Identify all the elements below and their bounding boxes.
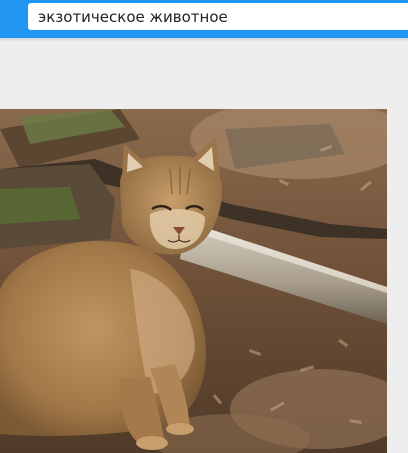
- app-bar-shadow: [0, 38, 408, 42]
- search-result-image[interactable]: [0, 109, 387, 453]
- jungle-cat-photo: [0, 109, 387, 453]
- search-input[interactable]: экзотическое животное: [28, 3, 408, 30]
- search-query-text: экзотическое животное: [38, 7, 228, 26]
- top-app-bar: экзотическое животное: [0, 0, 408, 38]
